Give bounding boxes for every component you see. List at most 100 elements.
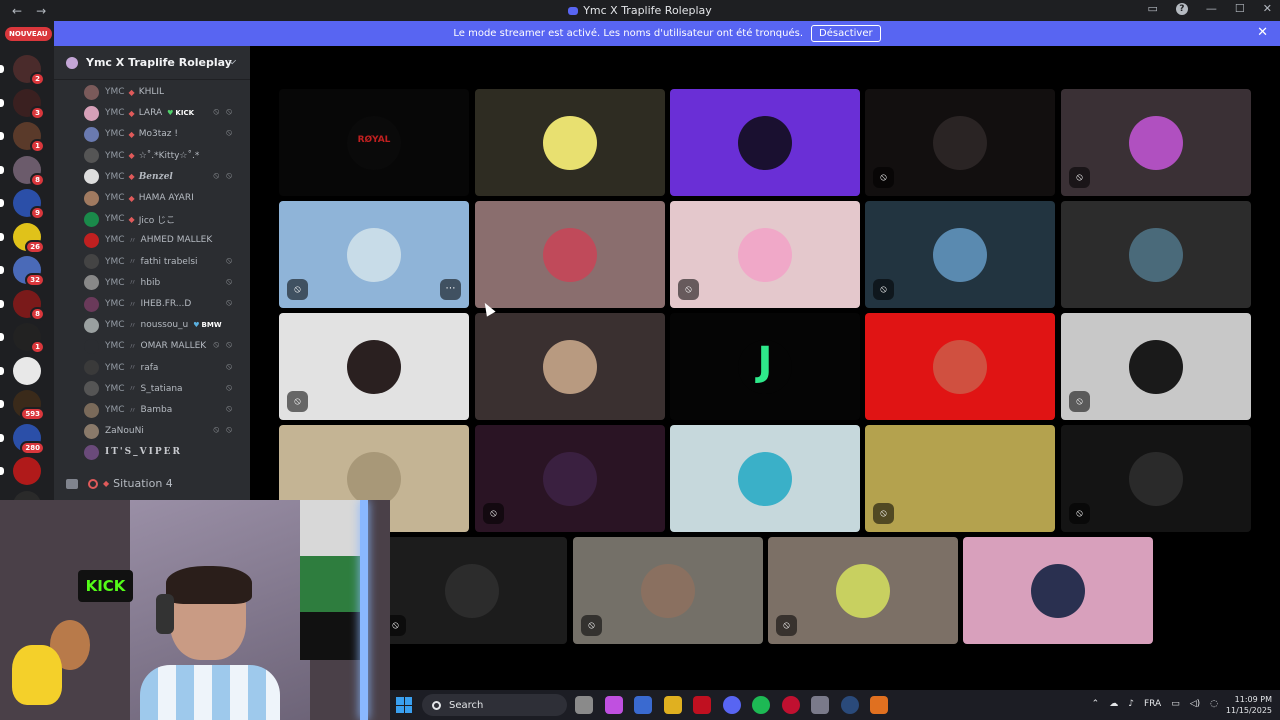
- voice-member[interactable]: YMC 〃 OMAR MALLEK ⦸ ⦸: [84, 336, 244, 356]
- server-icon-2[interactable]: 3: [0, 88, 45, 120]
- minimize-icon[interactable]: —: [1206, 2, 1217, 15]
- server-icon-13[interactable]: [0, 457, 41, 485]
- participant-tile[interactable]: ⦸: [377, 537, 567, 644]
- new-badge[interactable]: NOUVEAU: [5, 27, 52, 41]
- participant-tile[interactable]: [670, 425, 860, 532]
- language-indicator[interactable]: FRA: [1144, 699, 1161, 709]
- participant-tile[interactable]: [865, 313, 1055, 420]
- member-tag: ♥ KICK: [167, 109, 194, 117]
- voice-member[interactable]: YMC 〃 IHEB.FR...D ⦸: [84, 294, 244, 314]
- participant-tile[interactable]: ⦸: [475, 425, 665, 532]
- forward-icon[interactable]: →: [36, 4, 46, 18]
- cloud-icon[interactable]: ☁: [1109, 699, 1118, 709]
- participant-tile[interactable]: ⦸: [865, 425, 1055, 532]
- server-icon-3[interactable]: 1: [0, 122, 45, 153]
- voice-member[interactable]: YMC 〃 AHMED MALLEK: [84, 230, 244, 250]
- unread-pill: [0, 433, 4, 442]
- taskbar-search[interactable]: Search: [422, 694, 567, 716]
- voice-member[interactable]: YMC ◆ LARA ♥ KICK ⦸ ⦸: [84, 103, 244, 123]
- server-icon-10[interactable]: [0, 356, 41, 385]
- inbox-icon[interactable]: ▭: [1148, 2, 1158, 15]
- volume-icon[interactable]: ◁): [1190, 699, 1200, 709]
- participant-tile[interactable]: [475, 89, 665, 196]
- app2-icon[interactable]: [870, 696, 888, 714]
- participant-tile[interactable]: ⦸: [1061, 89, 1251, 196]
- voice-member[interactable]: YMC ◆ ☆˚.*Kitty☆˚.*: [84, 146, 244, 166]
- voice-member[interactable]: YMC 〃 Bamba ⦸: [84, 400, 244, 420]
- participant-tile[interactable]: [1061, 201, 1251, 308]
- discord-icon[interactable]: [722, 696, 741, 714]
- member-name: Benzel: [138, 171, 173, 182]
- server-icon-8[interactable]: 8: [0, 289, 45, 321]
- steam-icon[interactable]: [840, 696, 859, 714]
- voice-member[interactable]: YMC ◆ Mo3taz ! ⦸: [84, 124, 244, 144]
- server-icon-4[interactable]: 8: [0, 155, 45, 187]
- participant-tile[interactable]: RØYAL: [279, 89, 469, 196]
- server-icon-11[interactable]: 593: [0, 390, 45, 421]
- mention-badge: 1: [30, 340, 45, 354]
- chevron-down-icon[interactable]: ⌵: [228, 56, 236, 67]
- server-icon-12[interactable]: 280: [0, 423, 45, 455]
- help-icon[interactable]: ?: [1175, 2, 1188, 15]
- participant-tile[interactable]: ⦸: [670, 201, 860, 308]
- task-view-icon[interactable]: [575, 696, 593, 714]
- participant-tile[interactable]: ⦸: [279, 313, 469, 420]
- avatar: [84, 296, 99, 312]
- server-icon-6[interactable]: 26: [0, 222, 45, 254]
- participant-tile[interactable]: [475, 313, 665, 420]
- voice-member[interactable]: YMC ◆ KHLIL: [84, 82, 244, 102]
- participant-tile[interactable]: ⦸: [1061, 425, 1251, 532]
- notification-icon[interactable]: ◌: [1210, 699, 1218, 709]
- start-button[interactable]: [396, 697, 412, 713]
- voice-member[interactable]: YMC 〃 noussou_u ♥ BMW: [84, 315, 244, 335]
- mention-badge: 3: [30, 105, 45, 120]
- back-icon[interactable]: ←: [12, 4, 22, 18]
- participant-tile[interactable]: [963, 537, 1153, 644]
- network-icon[interactable]: ▭: [1171, 699, 1180, 709]
- server-icon-5[interactable]: 9: [0, 189, 45, 220]
- spotify-icon[interactable]: [752, 696, 770, 714]
- server-icon-7[interactable]: 32: [0, 256, 45, 287]
- close-banner-icon[interactable]: ✕: [1257, 25, 1268, 40]
- opera-gx-icon[interactable]: [693, 696, 711, 714]
- participant-tile[interactable]: [670, 89, 860, 196]
- voice-member[interactable]: IT'S_VIPER: [84, 442, 244, 462]
- voice-member[interactable]: YMC ◆ HAMA AYARI: [84, 188, 244, 208]
- file-explorer-icon[interactable]: [663, 696, 682, 714]
- participant-tile[interactable]: ⦸: [768, 537, 958, 644]
- participant-tile[interactable]: ⦸: [573, 537, 763, 644]
- voice-member[interactable]: YMC 〃 hbib ⦸: [84, 273, 244, 293]
- participant-tile[interactable]: ⦸ ⋯: [279, 201, 469, 308]
- disable-streamer-button[interactable]: Désactiver: [811, 25, 881, 42]
- server-icon-1[interactable]: 2: [0, 55, 45, 86]
- voice-member[interactable]: ZaNouNi ⦸ ⦸: [84, 421, 244, 441]
- copilot-icon[interactable]: [604, 696, 623, 714]
- chrome-icon[interactable]: [811, 696, 829, 714]
- app-icon[interactable]: [781, 696, 800, 714]
- participant-tile[interactable]: [475, 201, 665, 308]
- voice-member[interactable]: YMC ◆ Benzel ⦸ ⦸: [84, 167, 244, 187]
- voice-member[interactable]: YMC 〃 S_tatiana ⦸: [84, 379, 244, 399]
- member-prefix: YMC: [105, 150, 125, 161]
- more-options-icon[interactable]: ⋯: [440, 279, 461, 300]
- clock-date: 11/15/2025: [1225, 706, 1272, 715]
- server-header[interactable]: Ymc X Traplife Roleplay ⌵: [54, 46, 250, 80]
- participant-tile[interactable]: ⦸: [1061, 313, 1251, 420]
- voice-member[interactable]: YMC ◆ Jico じこ: [84, 209, 244, 229]
- maximize-icon[interactable]: ☐: [1235, 2, 1245, 15]
- participant-tile[interactable]: J: [670, 313, 860, 420]
- voice-channel-situation-4[interactable]: ◆ Situation 4: [66, 477, 173, 490]
- participant-tile[interactable]: ⦸: [865, 89, 1055, 196]
- voice-member[interactable]: YMC 〃 fathi trabelsi ⦸: [84, 252, 244, 272]
- participant-tile[interactable]: ⦸: [865, 201, 1055, 308]
- clock[interactable]: 11:09 PM 11/15/2025: [1226, 694, 1272, 716]
- mic-icon[interactable]: ♪: [1128, 699, 1134, 709]
- chevron-up-icon[interactable]: ⌃: [1092, 699, 1100, 709]
- voice-member[interactable]: YMC 〃 rafa ⦸: [84, 358, 244, 378]
- mention-badge: 280: [20, 440, 45, 455]
- server-icon-9[interactable]: 1: [0, 323, 45, 354]
- member-prefix: YMC: [105, 405, 125, 415]
- participant-avatar: [738, 451, 792, 506]
- store-icon[interactable]: [634, 696, 652, 714]
- close-window-icon[interactable]: ✕: [1263, 2, 1272, 15]
